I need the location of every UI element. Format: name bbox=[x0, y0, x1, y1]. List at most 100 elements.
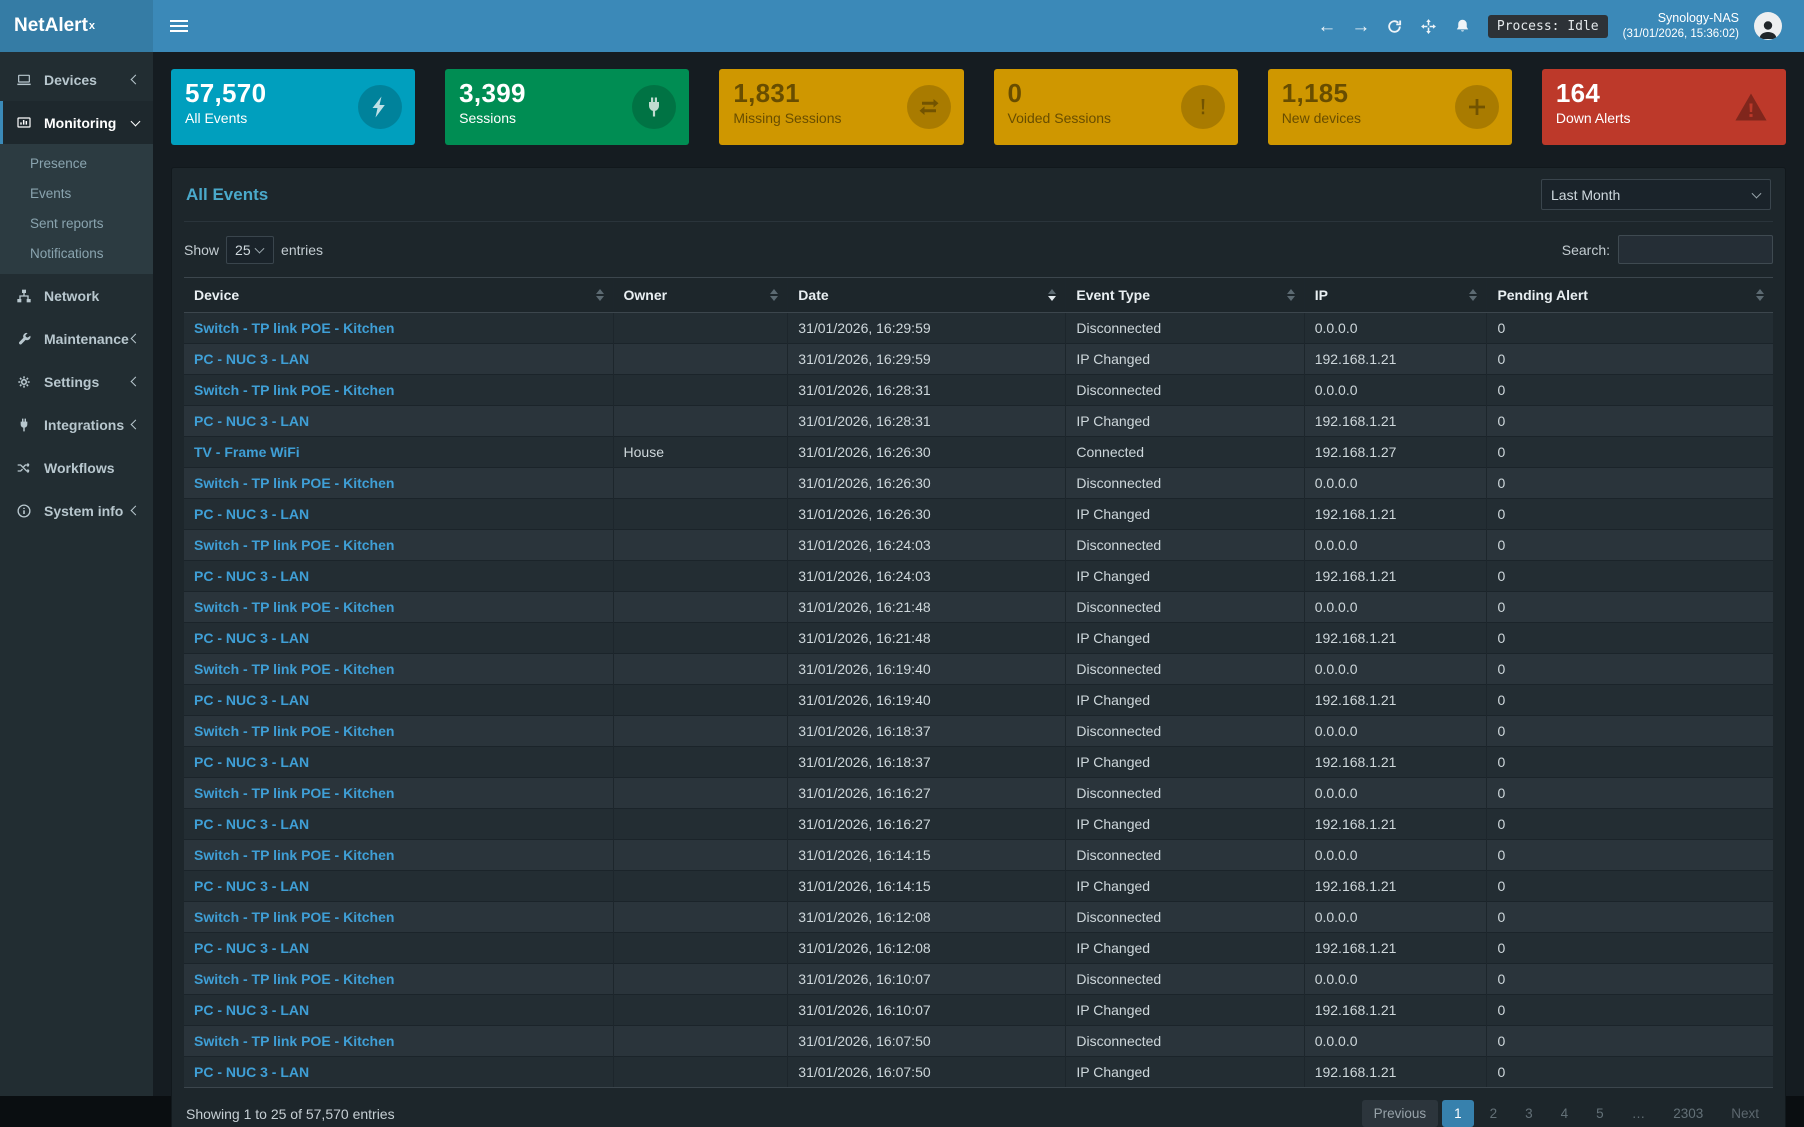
device-link[interactable]: TV - Frame WiFi bbox=[184, 437, 613, 468]
refresh-icon[interactable] bbox=[1385, 16, 1405, 36]
device-link[interactable]: PC - NUC 3 - LAN bbox=[184, 995, 613, 1026]
device-link[interactable]: PC - NUC 3 - LAN bbox=[184, 871, 613, 902]
cell-event-type: Disconnected bbox=[1066, 592, 1304, 623]
cell-date: 31/01/2026, 16:12:08 bbox=[788, 902, 1066, 933]
plus-icon bbox=[1455, 85, 1499, 129]
device-link[interactable]: PC - NUC 3 - LAN bbox=[184, 623, 613, 654]
sidebar-subitem-notifications[interactable]: Notifications bbox=[0, 239, 153, 269]
device-link[interactable]: PC - NUC 3 - LAN bbox=[184, 933, 613, 964]
cell-pending-alert: 0 bbox=[1487, 902, 1773, 933]
sidebar-item-workflows[interactable]: Workflows bbox=[0, 446, 153, 489]
pagination-page-3[interactable]: 3 bbox=[1513, 1100, 1545, 1127]
stat-card-voided-sessions[interactable]: 0Voided Sessions bbox=[994, 69, 1238, 145]
device-link[interactable]: Switch - TP link POE - Kitchen bbox=[184, 592, 613, 623]
table-row: PC - NUC 3 - LAN31/01/2026, 16:07:50IP C… bbox=[184, 1057, 1773, 1088]
device-link[interactable]: Switch - TP link POE - Kitchen bbox=[184, 468, 613, 499]
cell-owner bbox=[613, 654, 788, 685]
device-link[interactable]: Switch - TP link POE - Kitchen bbox=[184, 313, 613, 344]
cell-owner bbox=[613, 840, 788, 871]
device-link[interactable]: Switch - TP link POE - Kitchen bbox=[184, 964, 613, 995]
sort-icon bbox=[770, 289, 778, 301]
table-controls: Show 25 entries Search: bbox=[184, 235, 1773, 264]
pagination-page-2303[interactable]: 2303 bbox=[1661, 1100, 1715, 1127]
device-link[interactable]: Switch - TP link POE - Kitchen bbox=[184, 530, 613, 561]
topbar-nav-icons: ←→ bbox=[1317, 16, 1473, 36]
column-header-pending-alert[interactable]: Pending Alert bbox=[1487, 278, 1773, 313]
device-link[interactable]: PC - NUC 3 - LAN bbox=[184, 1057, 613, 1088]
search-input[interactable] bbox=[1618, 235, 1773, 264]
cell-owner bbox=[613, 406, 788, 437]
expand-icon[interactable] bbox=[1419, 16, 1439, 36]
table-row: PC - NUC 3 - LAN31/01/2026, 16:21:48IP C… bbox=[184, 623, 1773, 654]
device-link[interactable]: Switch - TP link POE - Kitchen bbox=[184, 716, 613, 747]
app-logo[interactable]: NetAlertx bbox=[0, 0, 153, 52]
period-select[interactable]: Last Month bbox=[1541, 179, 1771, 210]
device-link[interactable]: Switch - TP link POE - Kitchen bbox=[184, 840, 613, 871]
app: NetAlertx DevicesMonitoringPresenceEvent… bbox=[0, 0, 1804, 1096]
stat-card-missing-sessions[interactable]: 1,831Missing Sessions bbox=[719, 69, 963, 145]
search-control: Search: bbox=[1562, 235, 1773, 264]
panel-header: All Events Last Month bbox=[184, 168, 1773, 222]
sort-icon bbox=[1469, 289, 1477, 301]
cell-date: 31/01/2026, 16:21:48 bbox=[788, 592, 1066, 623]
cell-pending-alert: 0 bbox=[1487, 623, 1773, 654]
cell-owner bbox=[613, 623, 788, 654]
stat-card-all-events[interactable]: 57,570All Events bbox=[171, 69, 415, 145]
back-icon[interactable]: ← bbox=[1317, 16, 1337, 36]
pagination-page-5[interactable]: 5 bbox=[1584, 1100, 1616, 1127]
device-link[interactable]: PC - NUC 3 - LAN bbox=[184, 406, 613, 437]
sidebar-subitem-sent-reports[interactable]: Sent reports bbox=[0, 209, 153, 239]
user-avatar[interactable] bbox=[1754, 12, 1782, 40]
notifications-bell-icon[interactable] bbox=[1453, 16, 1473, 36]
sidebar-item-maintenance[interactable]: Maintenance bbox=[0, 317, 153, 360]
sidebar-item-integrations[interactable]: Integrations bbox=[0, 403, 153, 446]
column-header-owner[interactable]: Owner bbox=[613, 278, 788, 313]
page-length-select[interactable]: 25 bbox=[226, 236, 274, 264]
table-row: PC - NUC 3 - LAN31/01/2026, 16:24:03IP C… bbox=[184, 561, 1773, 592]
cell-pending-alert: 0 bbox=[1487, 1026, 1773, 1057]
sidebar-item-monitoring[interactable]: Monitoring bbox=[0, 101, 153, 144]
sidebar-toggle-button[interactable] bbox=[153, 0, 205, 52]
device-link[interactable]: PC - NUC 3 - LAN bbox=[184, 685, 613, 716]
pagination-page-4[interactable]: 4 bbox=[1549, 1100, 1581, 1127]
pagination-previous-button[interactable]: Previous bbox=[1362, 1100, 1439, 1127]
cell-pending-alert: 0 bbox=[1487, 468, 1773, 499]
device-link[interactable]: Switch - TP link POE - Kitchen bbox=[184, 778, 613, 809]
device-link[interactable]: Switch - TP link POE - Kitchen bbox=[184, 1026, 613, 1057]
device-link[interactable]: Switch - TP link POE - Kitchen bbox=[184, 375, 613, 406]
page-length-control: Show 25 entries bbox=[184, 236, 323, 264]
device-link[interactable]: PC - NUC 3 - LAN bbox=[184, 809, 613, 840]
sidebar-subitem-events[interactable]: Events bbox=[0, 179, 153, 209]
stat-card-down-alerts[interactable]: 164Down Alerts bbox=[1542, 69, 1786, 145]
column-header-date[interactable]: Date bbox=[788, 278, 1066, 313]
sidebar-item-network[interactable]: Network bbox=[0, 274, 153, 317]
sidebar-item-settings[interactable]: Settings bbox=[0, 360, 153, 403]
device-link[interactable]: Switch - TP link POE - Kitchen bbox=[184, 654, 613, 685]
column-header-event-type[interactable]: Event Type bbox=[1066, 278, 1304, 313]
forward-icon[interactable]: → bbox=[1351, 16, 1371, 36]
pagination-page-2[interactable]: 2 bbox=[1478, 1100, 1510, 1127]
table-row: PC - NUC 3 - LAN31/01/2026, 16:18:37IP C… bbox=[184, 747, 1773, 778]
topbar-right: ←→ Process: Idle Synology-NAS (31/01/202… bbox=[1317, 10, 1804, 41]
device-link[interactable]: PC - NUC 3 - LAN bbox=[184, 499, 613, 530]
cell-event-type: Disconnected bbox=[1066, 964, 1304, 995]
sidebar-subitem-presence[interactable]: Presence bbox=[0, 149, 153, 179]
cell-ip: 0.0.0.0 bbox=[1304, 902, 1487, 933]
device-link[interactable]: PC - NUC 3 - LAN bbox=[184, 344, 613, 375]
device-link[interactable]: Switch - TP link POE - Kitchen bbox=[184, 902, 613, 933]
column-header-ip[interactable]: IP bbox=[1304, 278, 1487, 313]
sidebar-item-system-info[interactable]: System info bbox=[0, 489, 153, 532]
cell-pending-alert: 0 bbox=[1487, 716, 1773, 747]
cell-ip: 0.0.0.0 bbox=[1304, 964, 1487, 995]
cell-owner bbox=[613, 499, 788, 530]
stat-card-new-devices[interactable]: 1,185New devices bbox=[1268, 69, 1512, 145]
device-link[interactable]: PC - NUC 3 - LAN bbox=[184, 747, 613, 778]
pagination-page-1[interactable]: 1 bbox=[1442, 1100, 1474, 1127]
cell-ip: 192.168.1.21 bbox=[1304, 747, 1487, 778]
column-header-device[interactable]: Device bbox=[184, 278, 613, 313]
device-link[interactable]: PC - NUC 3 - LAN bbox=[184, 561, 613, 592]
sidebar-item-devices[interactable]: Devices bbox=[0, 58, 153, 101]
sidebar-submenu: PresenceEventsSent reportsNotifications bbox=[0, 144, 153, 274]
stat-card-sessions[interactable]: 3,399Sessions bbox=[445, 69, 689, 145]
pagination-next-button[interactable]: Next bbox=[1719, 1100, 1771, 1127]
